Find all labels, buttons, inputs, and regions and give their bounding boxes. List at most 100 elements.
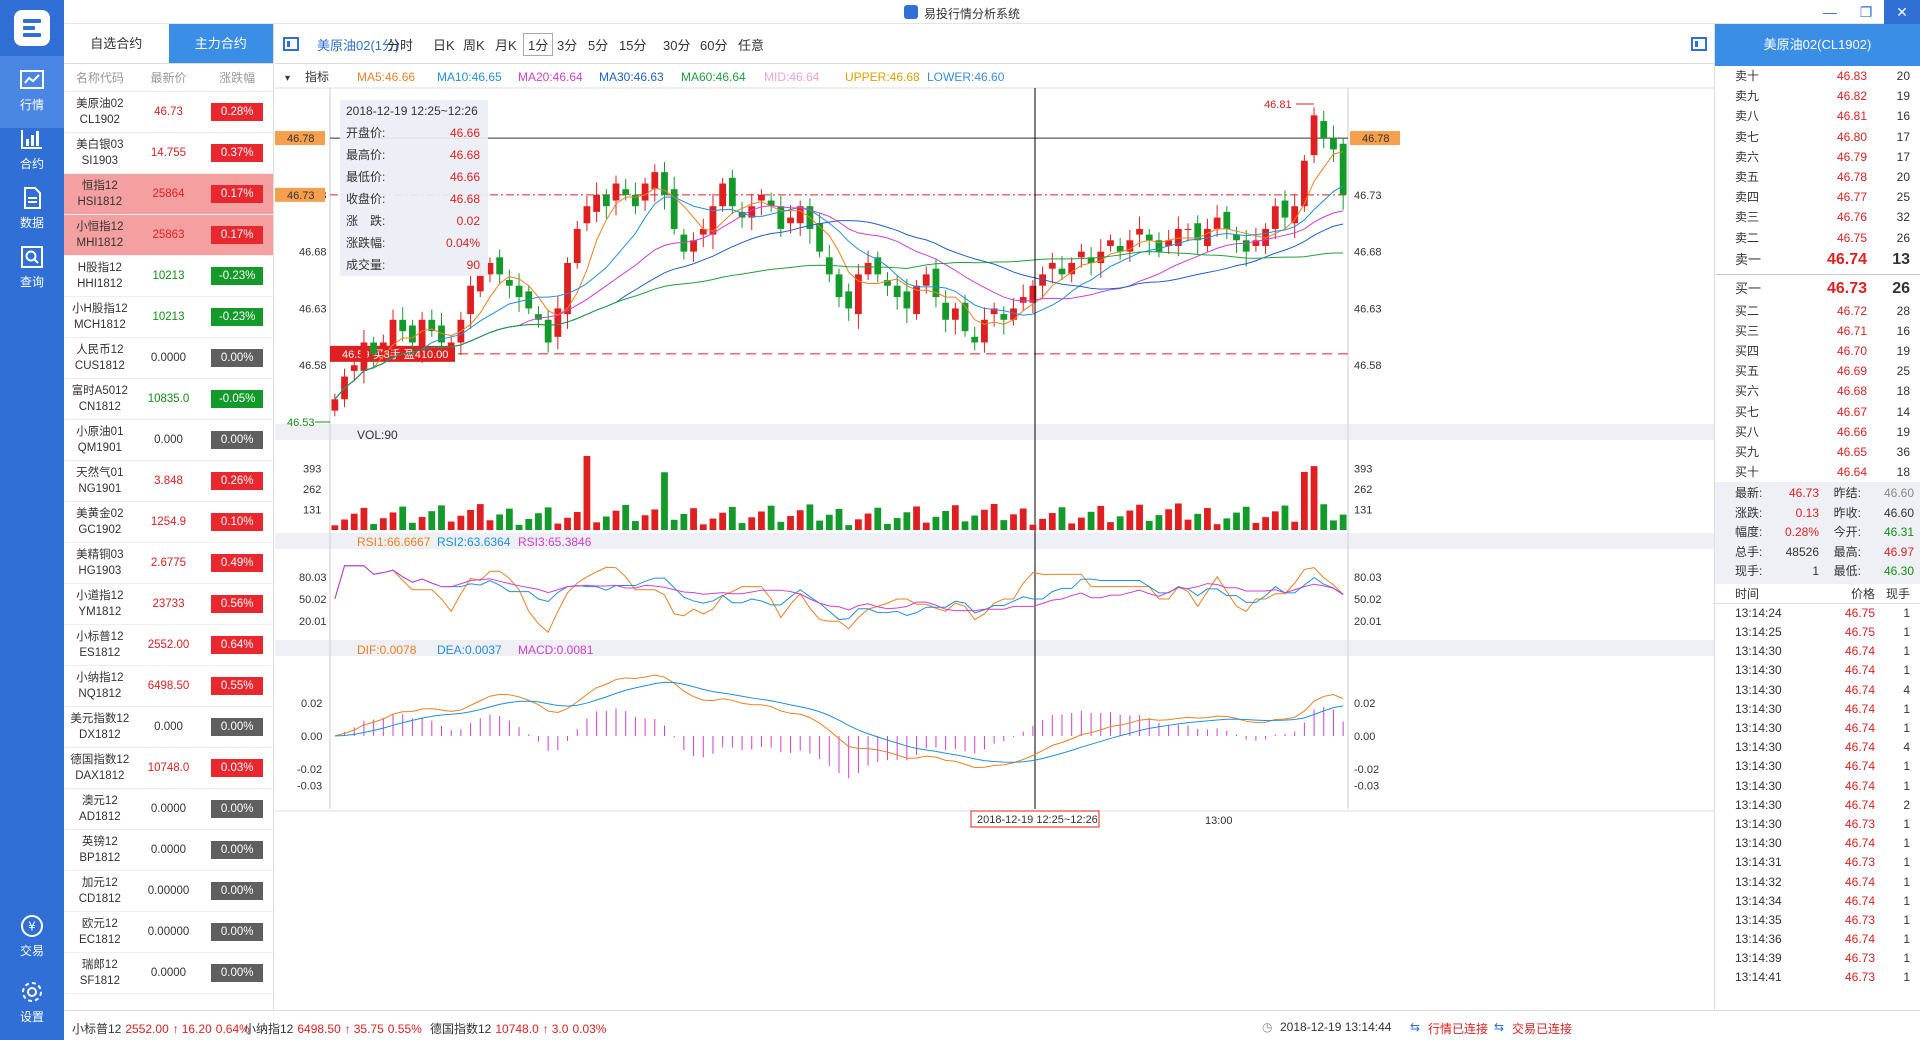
list-item[interactable]: 美元指数12 DX1812 0.000 0.00% (64, 707, 273, 748)
candle (1000, 314, 1008, 320)
bid-row[interactable]: 买一 46.73 26 (1715, 277, 1920, 301)
bid-row[interactable]: 买二 46.72 28 (1715, 301, 1920, 321)
contract-code: CL1902 (79, 114, 120, 126)
candle (505, 280, 513, 286)
volume-bar (1184, 519, 1192, 530)
volume-bar (583, 455, 591, 530)
nav-item-trade[interactable]: ¥ 交易 (0, 902, 64, 974)
ask-row[interactable]: 卖九 46.82 19 (1715, 86, 1920, 106)
contract-change-cell: 0.00% (201, 964, 273, 982)
ask-row[interactable]: 卖七 46.80 17 (1715, 127, 1920, 147)
col-header-price[interactable]: 最新价 (136, 64, 202, 91)
bid-row[interactable]: 买三 46.71 16 (1715, 321, 1920, 341)
period-button[interactable]: 60分 (700, 35, 727, 54)
volume-bar (1310, 466, 1318, 530)
trades-list[interactable]: 13:14:24 46.75 1 13:14:25 46.75 1 13:14:30 46.7… (1715, 604, 1920, 988)
ask-row[interactable]: 卖五 46.78 20 (1715, 167, 1920, 187)
bid-row[interactable]: 买六 46.68 18 (1715, 381, 1920, 401)
list-item[interactable]: 美白银03 SI1903 14.755 0.37% (64, 133, 273, 174)
ask-row[interactable]: 卖八 46.81 16 (1715, 106, 1920, 126)
list-item[interactable]: 小恒指12 MHI1812 25863 0.17% (64, 215, 273, 256)
list-item[interactable]: 小原油01 QM1901 0.000 0.00% (64, 420, 273, 461)
list-item[interactable]: 英镑12 BP1812 0.0000 0.00% (64, 830, 273, 871)
trade-price: 46.74 (1844, 836, 1875, 851)
info-label: 最高价: (346, 148, 386, 162)
level-price: 46.69 (1836, 364, 1867, 379)
candle (1330, 138, 1337, 150)
list-item[interactable]: 德国指数12 DAX1812 10748.0 0.03% (64, 748, 273, 789)
macd-tick-right: 0.00 (1354, 731, 1375, 743)
list-item[interactable]: 天然气01 NG1901 3.848 0.26% (64, 461, 273, 502)
quote-connection-status[interactable]: 行情已连接 (1428, 1020, 1488, 1037)
list-item[interactable]: H股指12 HHI1812 10213 -0.23% (64, 256, 273, 297)
list-item[interactable]: 小H股指12 MCH1812 10213 -0.23% (64, 297, 273, 338)
trade-row: 13:14:30 46.74 1 (1715, 719, 1920, 738)
chart-canvas[interactable]: 指标 ▾ MA5:46.66 MA10:46.65 MA20:46.64 MA30:46.… (275, 64, 1714, 1010)
period-button[interactable]: 15分 (619, 35, 646, 54)
list-item[interactable]: 恒指12 HSI1812 25864 0.17% (64, 174, 273, 215)
volume-bar (1300, 471, 1308, 530)
indicator-label[interactable]: 指标 (305, 69, 329, 84)
close-button[interactable]: ✕ (1884, 0, 1920, 24)
bid-row[interactable]: 买八 46.66 19 (1715, 422, 1920, 442)
period-button[interactable]: 3分 (557, 35, 577, 54)
period-button[interactable]: 任意 (738, 35, 764, 54)
list-item[interactable]: 小标普12 ES1812 2552.00 0.64% (64, 625, 273, 666)
stat-row: 现手: 1 最低: 46.30 (1715, 562, 1920, 582)
period-button[interactable]: 30分 (663, 35, 690, 54)
level-label: 买一 (1735, 280, 1762, 296)
toggle-left-panel-icon[interactable] (283, 37, 299, 51)
ask-row[interactable]: 卖三 46.76 32 (1715, 207, 1920, 227)
trade-connection-status[interactable]: 交易已连接 (1512, 1020, 1572, 1037)
nav-item-query[interactable]: 查询 (0, 233, 64, 305)
info-value: 0.02 (456, 214, 480, 228)
list-item[interactable]: 欧元12 EC1812 0.00000 0.00% (64, 912, 273, 953)
nav-item-settings[interactable]: 设置 (0, 968, 64, 1040)
list-item[interactable]: 美原油02 CL1902 46.73 0.28% (64, 92, 273, 133)
ask-row[interactable]: 卖六 46.79 17 (1715, 147, 1920, 167)
ticker-item[interactable]: 小纳指12 6498.50 ↑ 35.75 0.55% (244, 1020, 422, 1037)
bid-row[interactable]: 买四 46.70 19 (1715, 341, 1920, 361)
list-item[interactable]: 澳元12 AD1812 0.0000 0.00% (64, 789, 273, 830)
clock-icon: ◷ (1262, 1020, 1273, 1034)
ask-row[interactable]: 卖十 46.83 20 (1715, 66, 1920, 86)
period-button[interactable]: 5分 (588, 35, 608, 54)
period-button[interactable]: 月K (495, 35, 517, 54)
col-header-name[interactable]: 名称代码 (64, 64, 136, 91)
list-item[interactable]: 美黄金02 GC1902 1254.9 0.10% (64, 502, 273, 543)
ask-row[interactable]: 卖一 46.74 13 (1715, 248, 1920, 272)
tab-main-contracts[interactable]: 主力合约 (168, 24, 273, 63)
col-header-change[interactable]: 涨跌幅 (201, 64, 273, 91)
list-item[interactable]: 人民币12 CUS1812 0.0000 0.00% (64, 338, 273, 379)
volume-bar (1136, 504, 1143, 530)
period-button[interactable]: 日K (433, 35, 455, 54)
period-button[interactable]: 1分 (523, 33, 554, 56)
bid-row[interactable]: 买十 46.64 18 (1715, 462, 1920, 482)
ask-row[interactable]: 卖四 46.77 25 (1715, 187, 1920, 207)
list-item[interactable]: 瑞郎12 SF1812 0.0000 0.00% (64, 953, 273, 994)
list-item[interactable]: 富时A5012 CN1812 10835.0 -0.05% (64, 379, 273, 420)
chart-area: 美原油02(1分) 分时 日K 周K 月K 1分 3分 5分 15分 30分 60分 任意 指标 ▾ M… (275, 24, 1714, 1010)
volume-bar (341, 519, 348, 530)
list-item[interactable]: 美精铜03 HG1903 2.6775 0.49% (64, 543, 273, 584)
bid-row[interactable]: 买七 46.67 14 (1715, 402, 1920, 422)
period-button[interactable]: 周K (463, 35, 485, 54)
list-item[interactable]: 小纳指12 NQ1812 6498.50 0.55% (64, 666, 273, 707)
bid-row[interactable]: 买九 46.65 36 (1715, 442, 1920, 462)
ticker-item[interactable]: 小标普12 2552.00 ↑ 16.20 0.64% (72, 1020, 250, 1037)
contract-price: 0.0000 (150, 844, 187, 856)
candle (1223, 211, 1231, 229)
bid-row[interactable]: 买五 46.69 25 (1715, 361, 1920, 381)
period-button[interactable]: 分时 (387, 35, 413, 54)
ask-row[interactable]: 卖二 46.75 26 (1715, 228, 1920, 248)
chevron-down-icon[interactable]: ▾ (285, 73, 290, 84)
tab-watchlist[interactable]: 自选合约 (64, 24, 169, 63)
maximize-button[interactable]: ❐ (1848, 0, 1884, 24)
info-label: 涨 跌: (346, 214, 386, 228)
minimize-button[interactable]: — (1812, 0, 1848, 24)
ticker-item[interactable]: 德国指数12 10748.0 ↑ 3.0 0.03% (430, 1020, 606, 1037)
candle (573, 228, 581, 263)
list-item[interactable]: 加元12 CD1812 0.00000 0.00% (64, 871, 273, 912)
list-item[interactable]: 小道指12 YM1812 23733 0.56% (64, 584, 273, 625)
toggle-right-panel-icon[interactable] (1691, 37, 1707, 51)
